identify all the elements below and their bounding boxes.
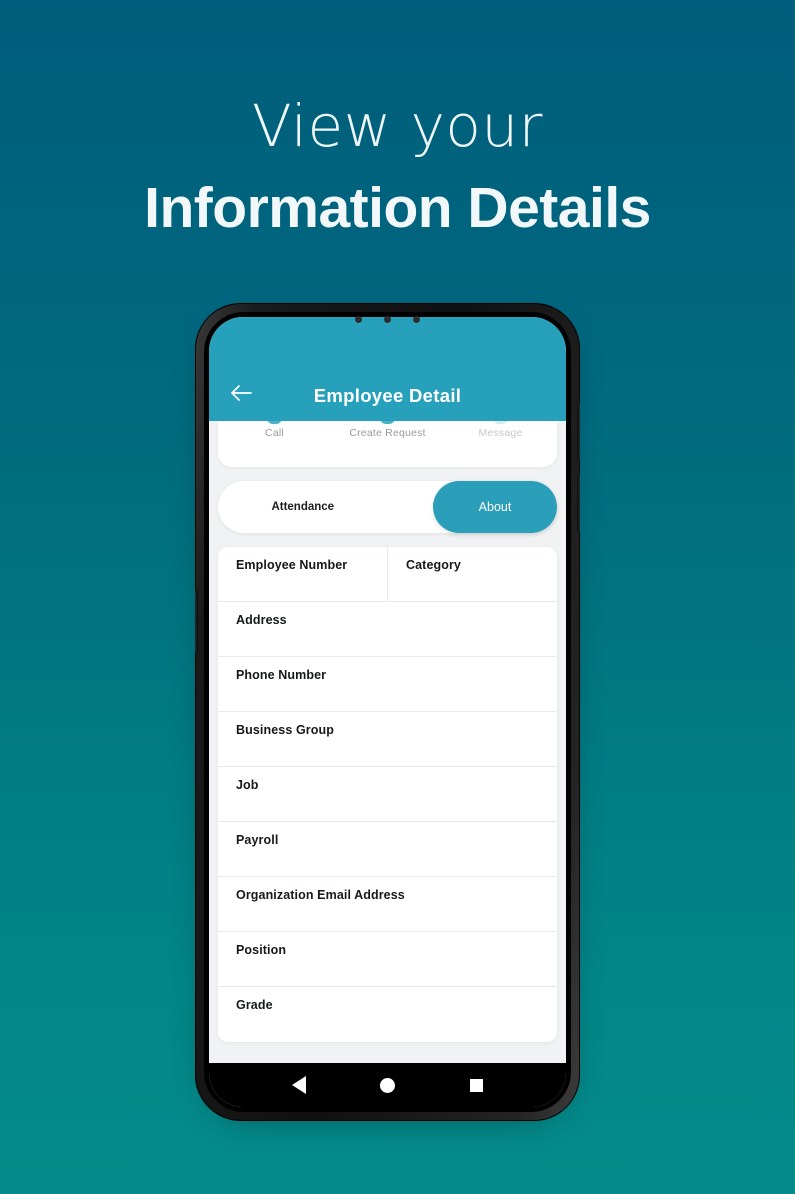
- android-navigation-bar: [209, 1063, 566, 1107]
- tab-about[interactable]: About: [433, 481, 557, 533]
- tab-bar: Attendance TEAM MEMB… About: [218, 481, 557, 533]
- field-label: Address: [236, 613, 287, 627]
- action-create-request[interactable]: Create Request: [331, 421, 444, 439]
- headline-line-2: Information Details: [144, 175, 651, 240]
- table-row[interactable]: Job: [218, 767, 557, 822]
- power-button[interactable]: [195, 591, 198, 653]
- field-category: Category: [388, 547, 557, 601]
- table-row[interactable]: Business Group: [218, 712, 557, 767]
- field-grade: Grade: [236, 998, 273, 1018]
- camera-dot-icon: [355, 316, 362, 323]
- field-address: Address: [236, 613, 287, 633]
- table-row[interactable]: Position: [218, 932, 557, 987]
- field-job: Job: [236, 778, 259, 798]
- field-label: Category: [406, 558, 461, 572]
- phone-mockup: Employee Detail Call Create Request Mess…: [195, 303, 580, 1121]
- table-row[interactable]: Payroll: [218, 822, 557, 877]
- headline-line-1: View your: [252, 92, 543, 160]
- document-icon: [380, 421, 395, 424]
- employee-info-card: Employee Number Category Address Phone N…: [218, 547, 557, 1042]
- volume-up-button[interactable]: [577, 403, 580, 461]
- page-title: Employee Detail: [313, 385, 462, 406]
- table-row[interactable]: Phone Number: [218, 657, 557, 712]
- scroll-content[interactable]: Call Create Request Message Attendance A…: [209, 421, 566, 1063]
- field-label: Business Group: [236, 723, 334, 737]
- message-icon: [493, 421, 508, 424]
- back-button[interactable]: [225, 377, 257, 409]
- phone-screen: Employee Detail Call Create Request Mess…: [209, 317, 566, 1107]
- field-payroll: Payroll: [236, 833, 278, 853]
- nav-back-icon[interactable]: [292, 1076, 307, 1094]
- table-row[interactable]: Grade: [218, 987, 557, 1042]
- promo-headline: View your Information Details: [0, 96, 795, 239]
- table-row[interactable]: Employee Number Category: [218, 547, 557, 602]
- field-label: Grade: [236, 998, 273, 1012]
- action-call[interactable]: Call: [218, 421, 331, 439]
- field-label: Payroll: [236, 833, 279, 847]
- field-label: Position: [236, 943, 287, 957]
- field-label: Organization Email Address: [236, 888, 405, 902]
- field-label: Job: [236, 778, 259, 792]
- field-organization-email-address: Organization Email Address: [236, 888, 405, 908]
- arrow-left-icon: [231, 385, 252, 401]
- quick-actions-card: Call Create Request Message: [218, 421, 557, 467]
- phone-body: Employee Detail Call Create Request Mess…: [195, 303, 580, 1121]
- nav-recents-icon[interactable]: [469, 1078, 483, 1092]
- field-label: Phone Number: [236, 668, 327, 682]
- app-bar: Employee Detail: [209, 317, 566, 421]
- phone-icon: [267, 421, 282, 424]
- nav-home-icon[interactable]: [380, 1077, 396, 1093]
- field-business-group: Business Group: [236, 723, 334, 743]
- table-row[interactable]: Organization Email Address: [218, 877, 557, 932]
- table-row[interactable]: Address: [218, 602, 557, 657]
- action-message[interactable]: Message: [444, 421, 557, 439]
- proximity-sensor-dot-icon: [413, 316, 420, 323]
- field-label: Employee Number: [236, 558, 348, 572]
- tab-attendance[interactable]: Attendance: [218, 501, 388, 513]
- action-message-label: Message: [478, 427, 523, 439]
- action-call-label: Call: [265, 427, 284, 439]
- action-create-request-label: Create Request: [349, 427, 426, 439]
- field-employee-number: Employee Number: [218, 547, 388, 601]
- field-position: Position: [236, 943, 286, 963]
- volume-down-button[interactable]: [577, 473, 580, 531]
- quick-actions-row: Call Create Request Message: [218, 421, 557, 439]
- field-phone-number: Phone Number: [236, 668, 326, 688]
- phone-sensor-cluster: [195, 316, 580, 323]
- speaker-dot-icon: [384, 316, 391, 323]
